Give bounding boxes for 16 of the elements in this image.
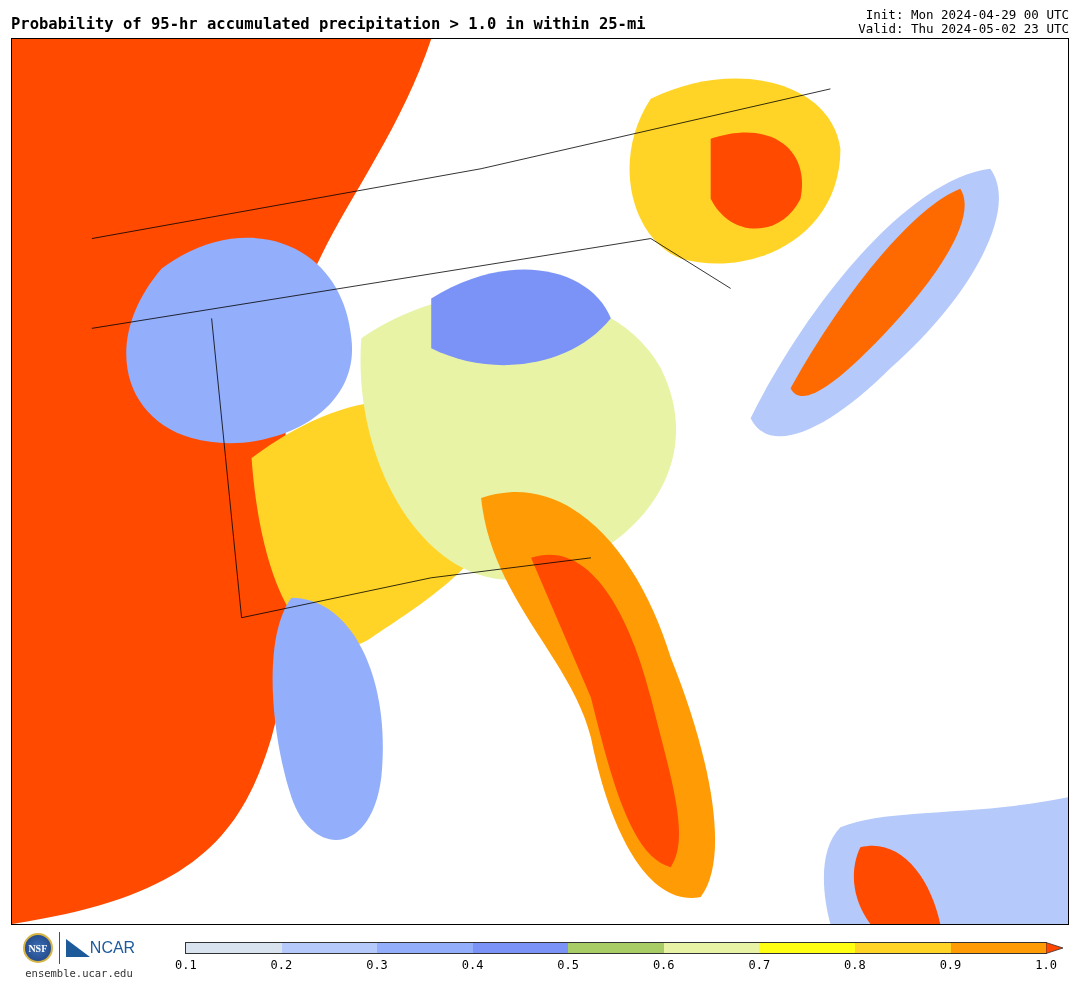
- tick-label: 1.0: [1035, 958, 1057, 972]
- ncar-logo: NCAR: [89, 939, 136, 957]
- tick-label: 0.8: [844, 958, 866, 972]
- tick-label: 0.2: [270, 958, 293, 972]
- valid-time: Valid: Thu 2024-05-02 23 UTC: [858, 22, 1069, 36]
- tick-label: 0.4: [461, 958, 484, 972]
- site-url: ensemble.ucar.edu: [25, 967, 133, 979]
- tick-label: 0.5: [557, 958, 579, 972]
- tick-label: 0.3: [366, 958, 388, 972]
- init-time: Init: Mon 2024-04-29 00 UTC: [865, 8, 1069, 22]
- nsf-logo: NSF: [22, 933, 53, 963]
- chart-title: Probability of 95-hr accumulated precipitation > 1.0 in within 25-mi: [11, 15, 646, 35]
- tick-label: 0.1: [175, 958, 197, 972]
- tick-label: 0.7: [748, 958, 771, 972]
- tick-label: 0.6: [652, 958, 675, 972]
- tick-label: 0.9: [939, 958, 962, 972]
